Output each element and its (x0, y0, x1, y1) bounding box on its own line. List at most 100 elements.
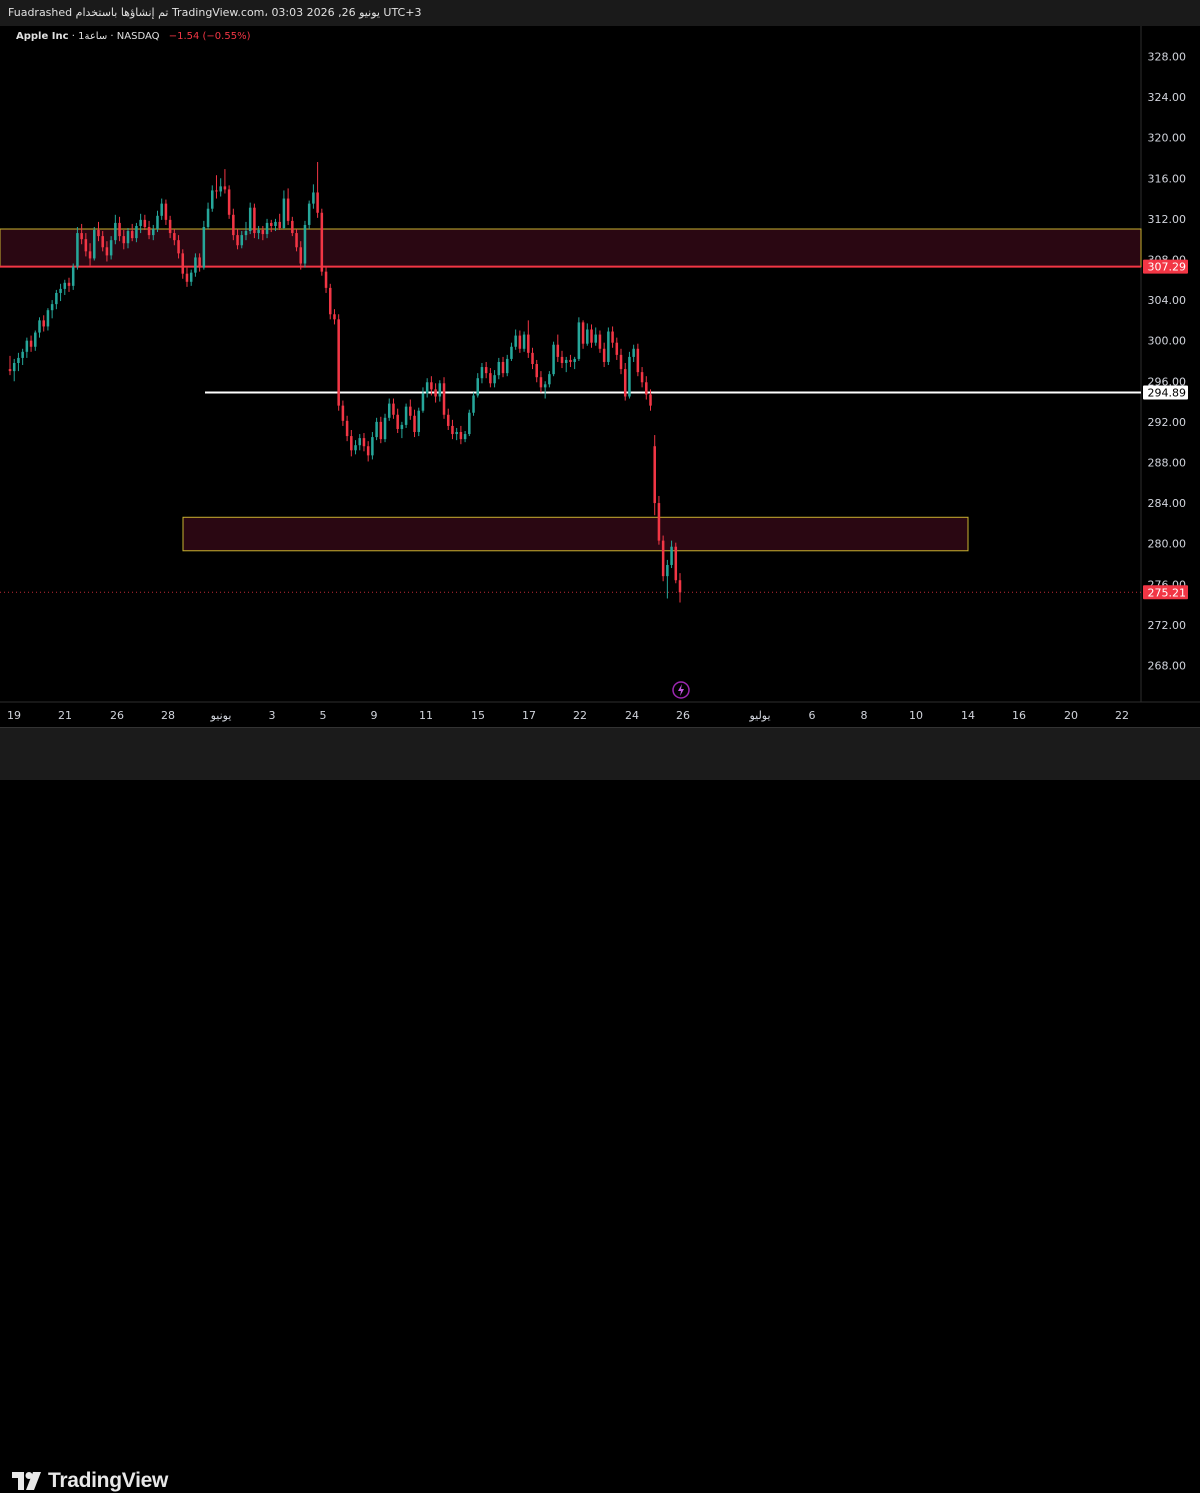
tradingview-logo[interactable]: TradingView (12, 1469, 168, 1493)
interval-label: 1ساعة (78, 31, 108, 42)
chart-area[interactable]: 328.00324.00320.00316.00312.00308.00304.… (0, 26, 1200, 728)
candle-body (299, 247, 303, 264)
candle-body (67, 282, 71, 286)
candle-body (114, 222, 117, 241)
candle-body (527, 334, 530, 353)
candle-body (354, 445, 357, 451)
candle-body (670, 546, 673, 565)
candle-body (21, 351, 24, 358)
candle-body (602, 348, 606, 362)
candle-body (101, 236, 104, 248)
symbol-legend: Apple Inc · 1ساعة · NASDAQ −1.54 (−0.55%… (16, 31, 250, 42)
time-tick-label: 6 (809, 709, 816, 722)
candle-body (236, 235, 239, 246)
candle-body (387, 403, 391, 418)
candle-body (269, 222, 273, 226)
author-name: Fuadrashed (8, 6, 73, 19)
candle-body (185, 273, 189, 282)
candle-body (468, 412, 471, 435)
candle-body (198, 257, 201, 268)
candle-body (248, 207, 252, 232)
candle-body (84, 239, 88, 252)
candle-body (379, 421, 383, 440)
candle-body (396, 414, 399, 429)
candle-body (649, 394, 652, 406)
candle-body (324, 271, 328, 288)
candle-body (371, 437, 374, 456)
candle-body (375, 421, 378, 438)
candle-body (80, 233, 83, 240)
candle-body (345, 420, 349, 437)
candle-body (189, 272, 193, 282)
candle-body (320, 212, 324, 272)
candle-body (573, 358, 576, 362)
time-tick-label: 16 (1012, 709, 1026, 722)
candle-body (46, 310, 50, 327)
candle-body (29, 340, 33, 347)
time-tick-label: 22 (573, 709, 587, 722)
candle-body (484, 367, 488, 374)
candle-body (181, 253, 185, 274)
time-tick-label: 24 (625, 709, 639, 722)
candle-body (552, 344, 555, 375)
candle-body (156, 215, 159, 230)
candle-body (501, 361, 505, 374)
candle-body (8, 369, 12, 372)
candle-body (590, 329, 593, 343)
candle-body (232, 214, 235, 236)
lower-zone (182, 516, 969, 552)
candle-body (93, 230, 96, 259)
candle-body (451, 425, 454, 435)
candle-body (105, 247, 109, 256)
logo-text: TradingView (48, 1469, 169, 1492)
time-tick-label: 3 (269, 709, 276, 722)
price-tick-label: 324.00 (1148, 91, 1187, 104)
candle-body (548, 374, 551, 385)
candle-body (615, 342, 619, 355)
candle-body (88, 251, 92, 259)
candle-body (135, 225, 138, 239)
candle-body (312, 192, 315, 204)
candle-body (160, 203, 163, 216)
last-price-tag: 275.21 (1148, 586, 1187, 599)
candle-body (341, 405, 345, 421)
price-tick-label: 300.00 (1148, 335, 1187, 348)
published-text: تم إنشاؤها باستخدام TradingView.com، 03:… (75, 6, 422, 19)
candle-body (607, 331, 610, 362)
resistance-price-tag: 307.29 (1148, 261, 1187, 274)
candle-body (518, 335, 522, 349)
time-tick-label: 9 (371, 709, 378, 722)
price-tick-label: 320.00 (1148, 132, 1187, 145)
candlestick-chart[interactable]: 328.00324.00320.00316.00312.00308.00304.… (0, 26, 1200, 728)
candle-body (623, 369, 627, 397)
candle-body (392, 403, 395, 415)
candle-body (76, 233, 79, 267)
candle-body (25, 340, 29, 352)
time-tick-label: 26 (676, 709, 690, 722)
candle-body (278, 221, 281, 228)
candle-body (358, 438, 362, 446)
candle-body (640, 372, 644, 383)
exchange-label: NASDAQ (116, 31, 160, 42)
candle-body (97, 230, 100, 237)
price-tick-label: 280.00 (1148, 538, 1187, 551)
candle-body (459, 432, 463, 440)
footer-bar: TradingView (0, 728, 1200, 1492)
symbol-name: Apple Inc (16, 31, 69, 42)
candle-body (63, 282, 67, 289)
tradingview-logo-icon (12, 1472, 41, 1490)
candle-body (139, 219, 142, 226)
candle-body (350, 436, 353, 451)
candle-body (265, 222, 269, 235)
candle-body (295, 233, 298, 248)
price-tick-label: 316.00 (1148, 172, 1187, 185)
upper-zone (0, 228, 1142, 268)
candle-body (291, 220, 294, 234)
candle-body (227, 189, 231, 215)
candle-body (653, 446, 656, 504)
candle-body (328, 287, 332, 315)
candle-body (337, 319, 340, 406)
time-tick-label: 8 (861, 709, 868, 722)
candle-body (303, 224, 307, 264)
candle-body (404, 406, 408, 425)
